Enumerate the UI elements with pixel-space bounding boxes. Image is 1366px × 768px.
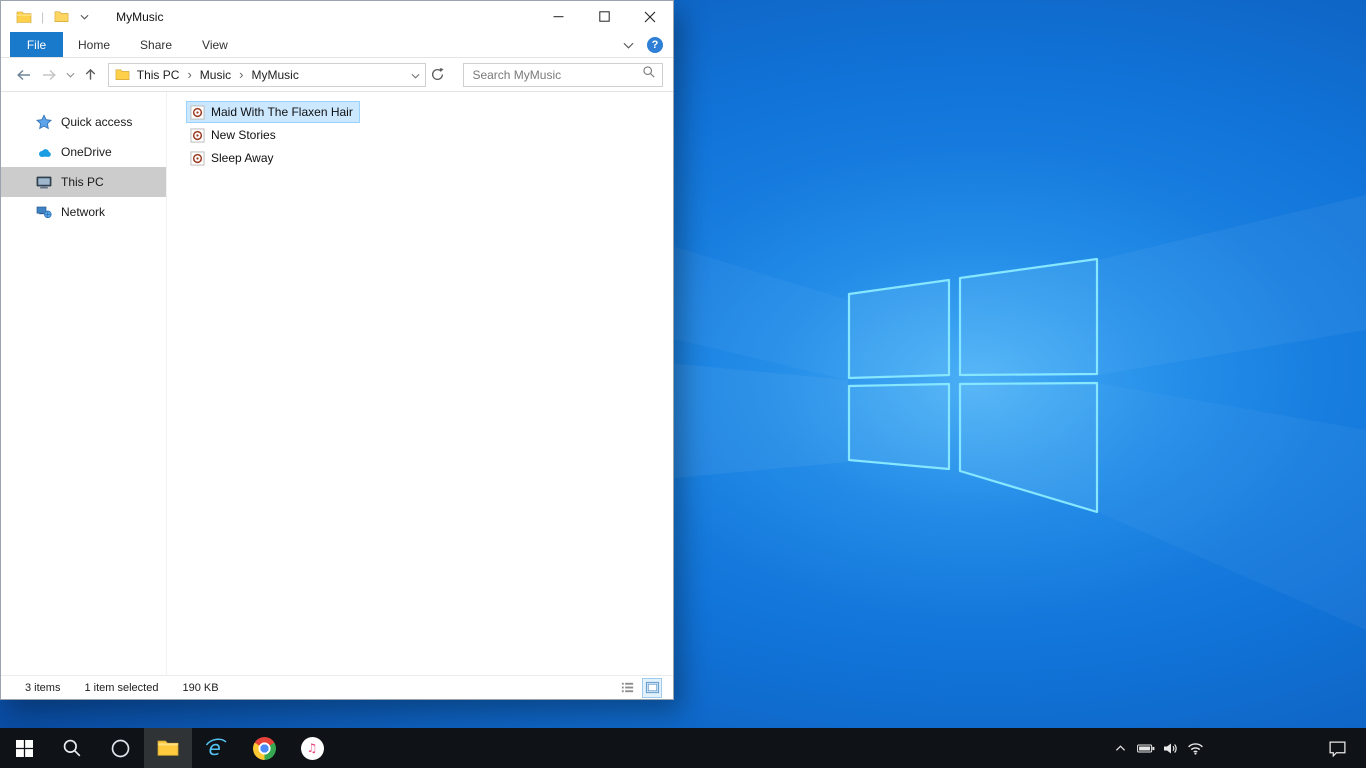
address-folder-icon	[115, 67, 131, 83]
search-icon[interactable]	[642, 65, 656, 84]
explorer-app-icon	[16, 9, 32, 25]
taskbar: e ♫	[0, 728, 1366, 768]
ribbon-tab-row: File Home Share View ?	[1, 32, 673, 58]
address-bar[interactable]: This PC › Music › MyMusic	[107, 62, 426, 87]
up-button[interactable]	[78, 58, 104, 91]
star-icon	[36, 114, 52, 130]
refresh-button[interactable]	[426, 58, 450, 91]
wifi-icon[interactable]	[1183, 728, 1208, 768]
file-tab[interactable]: File	[10, 32, 63, 57]
address-dropdown-icon[interactable]	[411, 66, 420, 84]
navigation-pane: Quick access OneDrive This PC Network	[1, 92, 167, 675]
explorer-window: | MyMusic File Home Share View ? This PC…	[0, 0, 674, 700]
hidden-icons-chevron-icon[interactable]	[1108, 728, 1133, 768]
breadcrumb-separator-icon[interactable]: ›	[237, 68, 245, 81]
sidebar-item-onedrive[interactable]: OneDrive	[1, 137, 166, 167]
sidebar-item-label: OneDrive	[61, 145, 112, 159]
desktop: | MyMusic File Home Share View ? This PC…	[0, 0, 1366, 768]
file-row[interactable]: Maid With The Flaxen Hair	[186, 101, 360, 123]
details-view-button[interactable]	[618, 679, 636, 697]
start-button[interactable]	[0, 728, 48, 768]
breadcrumb-music[interactable]: Music	[197, 68, 234, 82]
taskbar-search-button[interactable]	[48, 728, 96, 768]
help-button[interactable]: ?	[647, 36, 663, 53]
file-name: Maid With The Flaxen Hair	[211, 105, 353, 119]
status-selection: 1 item selected	[84, 681, 159, 694]
volume-icon[interactable]	[1158, 728, 1183, 768]
forward-button[interactable]	[37, 58, 63, 91]
qat-separator: |	[41, 9, 45, 24]
taskbar-itunes-button[interactable]: ♫	[288, 728, 336, 768]
computer-icon	[36, 174, 52, 190]
sidebar-item-label: This PC	[61, 175, 104, 189]
breadcrumb-mymusic[interactable]: MyMusic	[248, 68, 301, 82]
file-list: Maid With The Flaxen Hair New Stories Sl…	[167, 92, 673, 675]
tab-view[interactable]: View	[187, 32, 243, 57]
cloud-icon	[36, 144, 52, 160]
sidebar-item-quick-access[interactable]: Quick access	[1, 107, 166, 137]
tab-share[interactable]: Share	[125, 32, 187, 57]
breadcrumb-separator-icon[interactable]: ›	[185, 68, 193, 81]
sidebar-item-label: Network	[61, 205, 106, 219]
file-name: New Stories	[211, 128, 276, 142]
system-tray	[1108, 728, 1208, 768]
taskbar-internet-explorer-button[interactable]: e	[192, 728, 240, 768]
action-center-button[interactable]	[1316, 728, 1358, 768]
caption-buttons	[535, 1, 673, 32]
music-file-icon	[189, 127, 205, 143]
battery-icon[interactable]	[1133, 728, 1158, 768]
recent-locations-chevron-icon[interactable]	[62, 58, 78, 91]
title-bar[interactable]: | MyMusic	[1, 1, 673, 32]
music-file-icon	[189, 104, 205, 120]
minimize-button[interactable]	[535, 1, 581, 32]
qat-dropdown-icon[interactable]	[80, 14, 89, 20]
thumbnail-view-button[interactable]	[642, 677, 662, 698]
itunes-icon: ♫	[300, 736, 324, 760]
cortana-button[interactable]	[96, 728, 144, 768]
file-name: Sleep Away	[211, 151, 274, 165]
status-bar: 3 items 1 item selected 190 KB	[1, 675, 673, 699]
sidebar-item-this-pc[interactable]: This PC	[1, 167, 166, 197]
navigation-toolbar: This PC › Music › MyMusic	[1, 58, 673, 92]
window-title: MyMusic	[116, 9, 164, 24]
status-items-count: 3 items	[25, 681, 61, 694]
maximize-button[interactable]	[581, 1, 627, 32]
chrome-icon	[252, 736, 276, 760]
back-button[interactable]	[11, 58, 37, 91]
file-row[interactable]: New Stories	[186, 124, 283, 146]
sidebar-item-label: Quick access	[61, 115, 133, 129]
qat-folder-icon[interactable]	[53, 9, 69, 25]
taskbar-file-explorer-button[interactable]	[144, 728, 192, 768]
close-button[interactable]	[627, 1, 673, 32]
file-row[interactable]: Sleep Away	[186, 147, 281, 169]
ribbon-collapse-icon[interactable]	[623, 36, 634, 54]
taskbar-chrome-button[interactable]	[240, 728, 288, 768]
tab-home[interactable]: Home	[63, 32, 125, 57]
search-input[interactable]	[470, 66, 642, 83]
status-size: 190 KB	[182, 681, 219, 694]
music-file-icon	[189, 150, 205, 166]
sidebar-item-network[interactable]: Network	[1, 197, 166, 227]
breadcrumb-this-pc[interactable]: This PC	[134, 68, 183, 82]
search-box	[463, 62, 663, 87]
network-icon	[36, 204, 52, 220]
